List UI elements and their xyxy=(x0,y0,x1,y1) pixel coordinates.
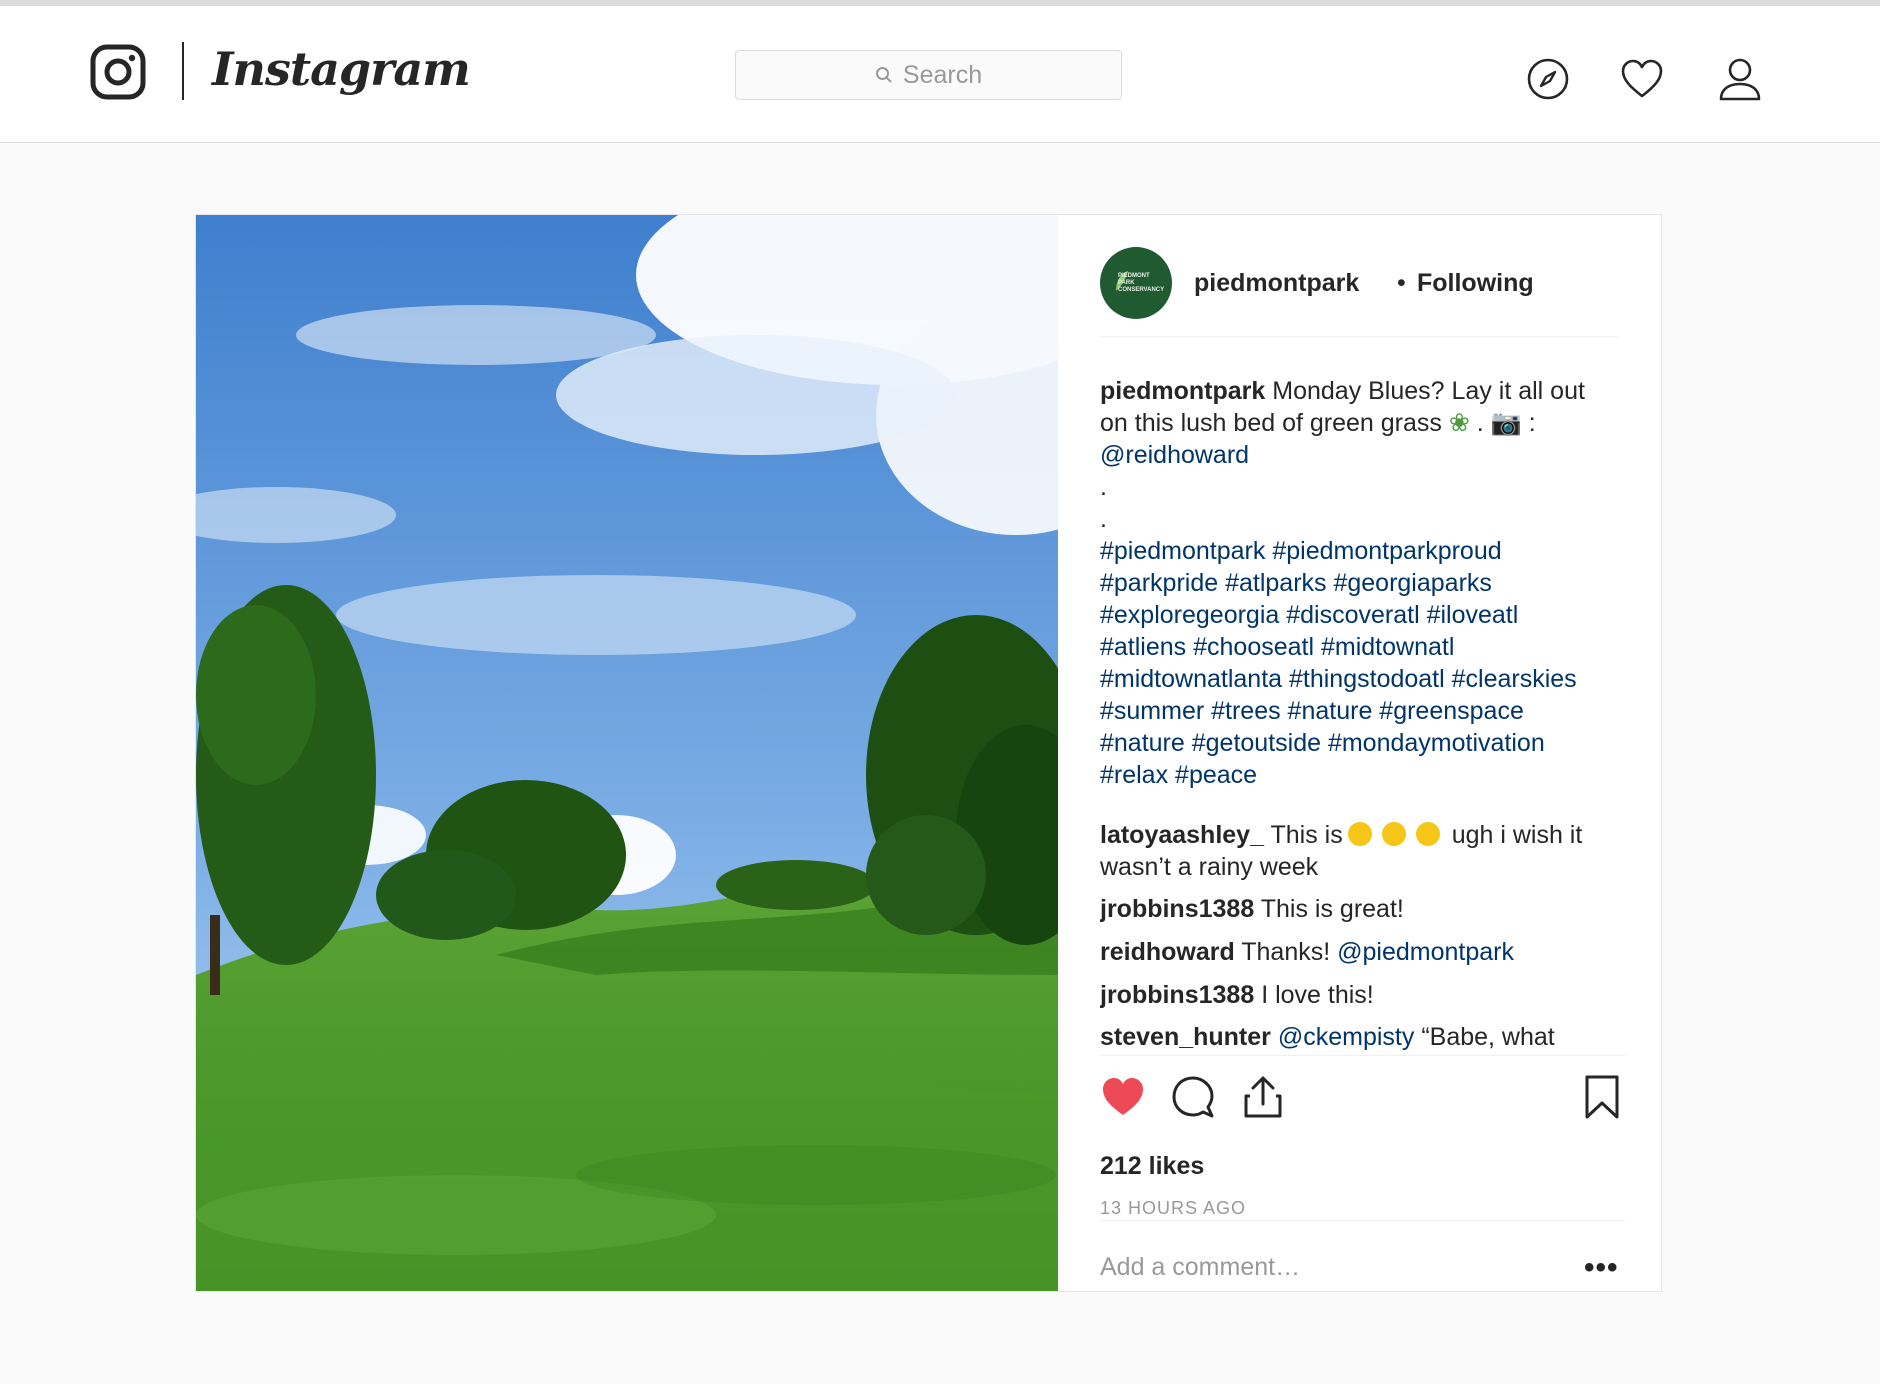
comment-item: jrobbins1388 I love this! xyxy=(1100,979,1625,1011)
comment-mention[interactable]: @piedmontpark xyxy=(1337,938,1514,966)
post-header: PIEDMONT PARK CONSERVANCY piedmontpark •… xyxy=(1100,247,1618,337)
caption-line-1: piedmontpark Monday Blues? Lay it all ou… xyxy=(1100,375,1625,407)
comment-item: reidhoward Thanks! @piedmontpark xyxy=(1100,936,1625,968)
hashtag-line[interactable]: #parkpride #atlparks #georgiaparks xyxy=(1100,567,1625,599)
comment-text: I love this! xyxy=(1261,981,1374,1009)
comment-text: This is great! xyxy=(1260,895,1404,923)
relieved-emoji-icon xyxy=(1415,822,1440,846)
post-sidebar: PIEDMONT PARK CONSERVANCY piedmontpark •… xyxy=(1058,215,1661,1291)
avatar-text: PIEDMONT PARK CONSERVANCY xyxy=(1118,273,1165,293)
hashtag-line[interactable]: #atliens #chooseatl #midtownatl xyxy=(1100,631,1625,663)
avatar[interactable]: PIEDMONT PARK CONSERVANCY xyxy=(1100,247,1172,319)
profile-icon[interactable] xyxy=(1717,56,1763,102)
bookmark-icon[interactable] xyxy=(1579,1074,1625,1120)
hashtag-line[interactable]: #relax #peace xyxy=(1100,759,1625,791)
heart-filled-icon[interactable] xyxy=(1100,1074,1146,1120)
comment-text: Thanks! xyxy=(1241,938,1331,966)
caption-dot: . xyxy=(1100,505,1107,533)
comment-username[interactable]: jrobbins1388 xyxy=(1100,895,1254,923)
comment-username[interactable]: reidhoward xyxy=(1100,938,1235,966)
comment-text: wasn’t a rainy week xyxy=(1100,853,1319,881)
caption-text-3: . 📷 : xyxy=(1476,409,1536,437)
instagram-wordmark[interactable]: Instagram xyxy=(212,42,471,96)
top-navbar: Instagram Search xyxy=(0,6,1880,143)
add-comment-bar: Add a comment… ••• xyxy=(1100,1220,1625,1289)
share-icon[interactable] xyxy=(1240,1074,1286,1120)
comment-text: “Babe, what xyxy=(1421,1023,1555,1051)
caption-line-2: on this lush bed of green grass ❀ . 📷 : xyxy=(1100,407,1625,439)
caption-dot: . xyxy=(1100,473,1107,501)
caption-text-2: on this lush bed of green grass xyxy=(1100,409,1442,437)
relieved-emoji-icon xyxy=(1381,822,1406,846)
caption-username[interactable]: piedmontpark xyxy=(1100,377,1265,405)
comment-username[interactable]: steven_hunter xyxy=(1100,1023,1271,1051)
comment-item: latoyaashley_ This is ugh i wish it wasn… xyxy=(1100,819,1625,883)
caption: piedmontpark Monday Blues? Lay it all ou… xyxy=(1100,375,1625,791)
search-input[interactable]: Search xyxy=(735,50,1122,100)
park-landscape-image xyxy=(196,215,1058,1291)
hashtag-line[interactable]: #midtownatlanta #thingstodoatl #clearski… xyxy=(1100,663,1625,695)
comment-mention[interactable]: @ckempisty xyxy=(1278,1023,1415,1051)
post-photo[interactable] xyxy=(196,215,1058,1291)
search-icon xyxy=(875,67,892,83)
hashtag-line[interactable]: #exploregeorgia #discoveratl #iloveatl xyxy=(1100,599,1625,631)
caption-mention[interactable]: @reidhoward xyxy=(1100,439,1625,471)
separator-dot: • xyxy=(1397,269,1406,297)
post-username[interactable]: piedmontpark xyxy=(1194,269,1359,298)
relieved-emoji-icon xyxy=(1347,822,1372,846)
post-timestamp[interactable]: 13 HOURS AGO xyxy=(1100,1198,1246,1219)
herb-emoji-icon: ❀ xyxy=(1448,409,1470,437)
likes-count[interactable]: 212 likes xyxy=(1100,1152,1204,1181)
heart-icon[interactable] xyxy=(1619,56,1665,102)
caption-text: Monday Blues? Lay it all out xyxy=(1272,377,1585,405)
logo-divider xyxy=(182,42,184,100)
post-card: PIEDMONT PARK CONSERVANCY piedmontpark •… xyxy=(195,214,1662,1292)
following-button[interactable]: Following xyxy=(1417,269,1534,298)
more-options-icon[interactable]: ••• xyxy=(1584,1251,1619,1285)
compass-icon[interactable] xyxy=(1525,56,1571,102)
hashtag-line[interactable]: #piedmontpark #piedmontparkproud xyxy=(1100,535,1625,567)
instagram-camera-icon[interactable] xyxy=(90,44,146,100)
comment-text: This is xyxy=(1270,821,1343,849)
search-placeholder: Search xyxy=(902,60,983,89)
comment-item: steven_hunter @ckempisty “Babe, what xyxy=(1100,1021,1625,1053)
comment-text: ugh i wish it xyxy=(1451,821,1583,849)
comment-username[interactable]: jrobbins1388 xyxy=(1100,981,1254,1009)
hashtag-line[interactable]: #nature #getoutside #mondaymotivation xyxy=(1100,727,1625,759)
comment-item: jrobbins1388 This is great! xyxy=(1100,893,1625,925)
hashtag-line[interactable]: #summer #trees #nature #greenspace xyxy=(1100,695,1625,727)
comment-icon[interactable] xyxy=(1170,1074,1216,1120)
comment-username[interactable]: latoyaashley_ xyxy=(1100,821,1264,849)
add-comment-input[interactable]: Add a comment… xyxy=(1100,1253,1300,1282)
